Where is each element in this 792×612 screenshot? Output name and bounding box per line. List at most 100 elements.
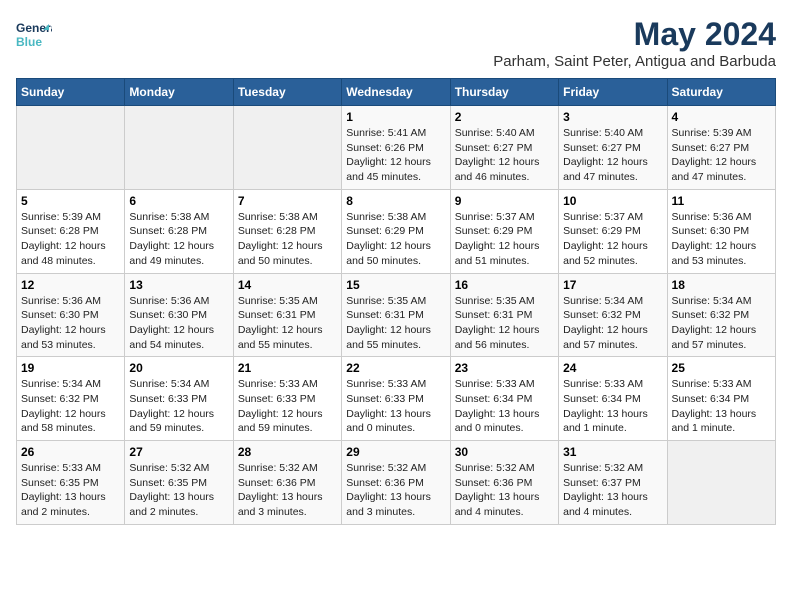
day-info: Sunrise: 5:33 AM Sunset: 6:34 PM Dayligh… [672, 377, 771, 436]
day-info: Sunrise: 5:36 AM Sunset: 6:30 PM Dayligh… [21, 294, 120, 353]
day-info: Sunrise: 5:36 AM Sunset: 6:30 PM Dayligh… [129, 294, 228, 353]
header: General Blue May 2024 Parham, Saint Pete… [16, 16, 776, 70]
calendar-cell: 9 Sunrise: 5:37 AM Sunset: 6:29 PM Daylig… [450, 189, 558, 273]
column-header-wednesday: Wednesday [342, 79, 450, 106]
calendar-cell: 28 Sunrise: 5:32 AM Sunset: 6:36 PM Dayli… [233, 441, 341, 525]
calendar-cell: 2 Sunrise: 5:40 AM Sunset: 6:27 PM Daylig… [450, 106, 558, 190]
calendar-cell [17, 106, 125, 190]
calendar-cell: 4 Sunrise: 5:39 AM Sunset: 6:27 PM Daylig… [667, 106, 775, 190]
calendar-week-row: 12 Sunrise: 5:36 AM Sunset: 6:30 PM Dayli… [17, 273, 776, 357]
column-header-sunday: Sunday [17, 79, 125, 106]
day-info: Sunrise: 5:33 AM Sunset: 6:34 PM Dayligh… [563, 377, 662, 436]
calendar-cell: 14 Sunrise: 5:35 AM Sunset: 6:31 PM Dayli… [233, 273, 341, 357]
calendar-cell: 25 Sunrise: 5:33 AM Sunset: 6:34 PM Dayli… [667, 357, 775, 441]
calendar-cell: 10Sunrise: 5:37 AM Sunset: 6:29 PM Dayli… [559, 189, 667, 273]
day-info: Sunrise: 5:38 AM Sunset: 6:28 PM Dayligh… [238, 210, 337, 269]
day-info: Sunrise: 5:34 AM Sunset: 6:33 PM Dayligh… [129, 377, 228, 436]
day-number: 1 [346, 110, 445, 124]
day-info: Sunrise: 5:34 AM Sunset: 6:32 PM Dayligh… [21, 377, 120, 436]
day-number: 17 [563, 278, 662, 292]
day-number: 10 [563, 194, 662, 208]
day-number: 20 [129, 361, 228, 375]
day-number: 9 [455, 194, 554, 208]
column-header-saturday: Saturday [667, 79, 775, 106]
logo-graphic-icon: General Blue [16, 16, 52, 52]
svg-text:Blue: Blue [16, 35, 42, 49]
day-info: Sunrise: 5:40 AM Sunset: 6:27 PM Dayligh… [563, 126, 662, 185]
calendar-cell: 23Sunrise: 5:33 AM Sunset: 6:34 PM Dayli… [450, 357, 558, 441]
day-info: Sunrise: 5:34 AM Sunset: 6:32 PM Dayligh… [672, 294, 771, 353]
day-number: 23 [455, 361, 554, 375]
calendar-cell [233, 106, 341, 190]
day-number: 29 [346, 445, 445, 459]
day-number: 5 [21, 194, 120, 208]
day-info: Sunrise: 5:32 AM Sunset: 6:36 PM Dayligh… [346, 461, 445, 520]
calendar-cell: 16Sunrise: 5:35 AM Sunset: 6:31 PM Dayli… [450, 273, 558, 357]
day-info: Sunrise: 5:37 AM Sunset: 6:29 PM Dayligh… [455, 210, 554, 269]
day-number: 11 [672, 194, 771, 208]
day-number: 28 [238, 445, 337, 459]
day-number: 30 [455, 445, 554, 459]
day-info: Sunrise: 5:32 AM Sunset: 6:36 PM Dayligh… [455, 461, 554, 520]
day-number: 22 [346, 361, 445, 375]
calendar-week-row: 1 Sunrise: 5:41 AM Sunset: 6:26 PM Daylig… [17, 106, 776, 190]
day-info: Sunrise: 5:41 AM Sunset: 6:26 PM Dayligh… [346, 126, 445, 185]
calendar-week-row: 26 Sunrise: 5:33 AM Sunset: 6:35 PM Dayli… [17, 441, 776, 525]
calendar-cell: 24 Sunrise: 5:33 AM Sunset: 6:34 PM Dayli… [559, 357, 667, 441]
day-info: Sunrise: 5:35 AM Sunset: 6:31 PM Dayligh… [455, 294, 554, 353]
day-info: Sunrise: 5:39 AM Sunset: 6:28 PM Dayligh… [21, 210, 120, 269]
day-number: 31 [563, 445, 662, 459]
calendar-cell: 3 Sunrise: 5:40 AM Sunset: 6:27 PM Daylig… [559, 106, 667, 190]
day-info: Sunrise: 5:34 AM Sunset: 6:32 PM Dayligh… [563, 294, 662, 353]
calendar-cell: 15Sunrise: 5:35 AM Sunset: 6:31 PM Dayli… [342, 273, 450, 357]
calendar-cell: 11 Sunrise: 5:36 AM Sunset: 6:30 PM Dayli… [667, 189, 775, 273]
day-info: Sunrise: 5:40 AM Sunset: 6:27 PM Dayligh… [455, 126, 554, 185]
calendar-cell: 27Sunrise: 5:32 AM Sunset: 6:35 PM Dayli… [125, 441, 233, 525]
calendar-cell: 19Sunrise: 5:34 AM Sunset: 6:32 PM Dayli… [17, 357, 125, 441]
day-info: Sunrise: 5:33 AM Sunset: 6:35 PM Dayligh… [21, 461, 120, 520]
day-number: 2 [455, 110, 554, 124]
day-info: Sunrise: 5:38 AM Sunset: 6:28 PM Dayligh… [129, 210, 228, 269]
calendar-header-row: SundayMondayTuesdayWednesdayThursdayFrid… [17, 79, 776, 106]
calendar-cell: 17 Sunrise: 5:34 AM Sunset: 6:32 PM Dayli… [559, 273, 667, 357]
calendar-cell: 7 Sunrise: 5:38 AM Sunset: 6:28 PM Daylig… [233, 189, 341, 273]
calendar-cell: 1 Sunrise: 5:41 AM Sunset: 6:26 PM Daylig… [342, 106, 450, 190]
day-number: 13 [129, 278, 228, 292]
day-number: 3 [563, 110, 662, 124]
day-info: Sunrise: 5:38 AM Sunset: 6:29 PM Dayligh… [346, 210, 445, 269]
calendar-week-row: 5 Sunrise: 5:39 AM Sunset: 6:28 PM Daylig… [17, 189, 776, 273]
day-info: Sunrise: 5:33 AM Sunset: 6:33 PM Dayligh… [238, 377, 337, 436]
day-info: Sunrise: 5:39 AM Sunset: 6:27 PM Dayligh… [672, 126, 771, 185]
day-number: 14 [238, 278, 337, 292]
calendar-cell: 6Sunrise: 5:38 AM Sunset: 6:28 PM Daylig… [125, 189, 233, 273]
day-number: 4 [672, 110, 771, 124]
day-info: Sunrise: 5:35 AM Sunset: 6:31 PM Dayligh… [238, 294, 337, 353]
day-info: Sunrise: 5:36 AM Sunset: 6:30 PM Dayligh… [672, 210, 771, 269]
calendar-cell: 22Sunrise: 5:33 AM Sunset: 6:33 PM Dayli… [342, 357, 450, 441]
calendar-cell: 18 Sunrise: 5:34 AM Sunset: 6:32 PM Dayli… [667, 273, 775, 357]
calendar-cell: 31Sunrise: 5:32 AM Sunset: 6:37 PM Dayli… [559, 441, 667, 525]
column-header-monday: Monday [125, 79, 233, 106]
day-number: 25 [672, 361, 771, 375]
day-number: 7 [238, 194, 337, 208]
column-header-friday: Friday [559, 79, 667, 106]
column-header-tuesday: Tuesday [233, 79, 341, 106]
calendar-cell: 12 Sunrise: 5:36 AM Sunset: 6:30 PM Dayli… [17, 273, 125, 357]
column-header-thursday: Thursday [450, 79, 558, 106]
day-number: 21 [238, 361, 337, 375]
title-area: May 2024 Parham, Saint Peter, Antigua an… [493, 16, 776, 70]
calendar-cell [125, 106, 233, 190]
calendar-cell: 21 Sunrise: 5:33 AM Sunset: 6:33 PM Dayli… [233, 357, 341, 441]
calendar-cell: 26 Sunrise: 5:33 AM Sunset: 6:35 PM Dayli… [17, 441, 125, 525]
day-number: 26 [21, 445, 120, 459]
calendar-cell: 13 Sunrise: 5:36 AM Sunset: 6:30 PM Dayli… [125, 273, 233, 357]
day-info: Sunrise: 5:32 AM Sunset: 6:36 PM Dayligh… [238, 461, 337, 520]
calendar-cell: 8Sunrise: 5:38 AM Sunset: 6:29 PM Daylig… [342, 189, 450, 273]
day-number: 24 [563, 361, 662, 375]
day-number: 27 [129, 445, 228, 459]
calendar-cell: 5 Sunrise: 5:39 AM Sunset: 6:28 PM Daylig… [17, 189, 125, 273]
calendar-cell [667, 441, 775, 525]
calendar-week-row: 19Sunrise: 5:34 AM Sunset: 6:32 PM Dayli… [17, 357, 776, 441]
day-number: 18 [672, 278, 771, 292]
day-number: 12 [21, 278, 120, 292]
